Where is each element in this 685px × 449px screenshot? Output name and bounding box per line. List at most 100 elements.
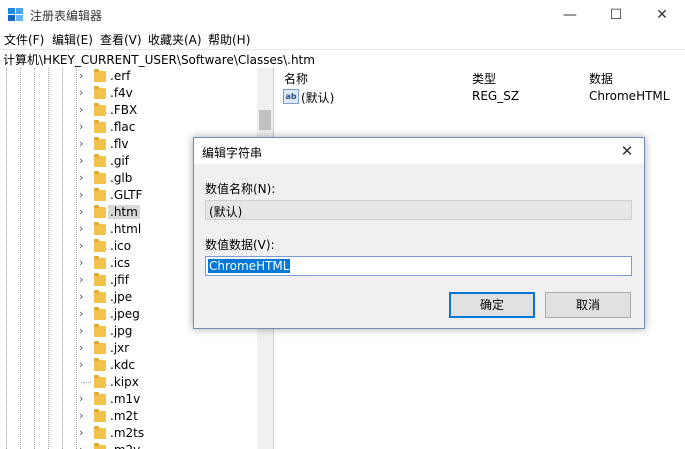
folder-icon bbox=[94, 375, 106, 388]
tree-item[interactable]: › .kdc bbox=[0, 357, 257, 374]
close-button[interactable]: ✕ bbox=[639, 0, 685, 30]
menu-favorites[interactable]: 收藏夹(A) bbox=[148, 31, 202, 48]
tree-item-label: .htm bbox=[108, 205, 140, 219]
tree-item-label: .flac bbox=[110, 120, 136, 134]
string-value-icon: ab bbox=[283, 89, 299, 104]
chevron-right-icon[interactable]: › bbox=[79, 443, 89, 449]
chevron-right-icon[interactable]: › bbox=[79, 222, 89, 235]
tree-item[interactable]: › .FBX bbox=[0, 102, 257, 119]
chevron-right-icon[interactable]: › bbox=[79, 426, 89, 439]
tree-item-label: .jpeg bbox=[110, 307, 140, 321]
dialog-title-bar: 编辑字符串 ✕ bbox=[194, 138, 644, 164]
value-name-field: (默认) bbox=[205, 200, 632, 220]
tree-item[interactable]: › .flac bbox=[0, 119, 257, 136]
value-data[interactable]: ChromeHTML bbox=[589, 89, 669, 103]
folder-icon bbox=[94, 324, 106, 337]
chevron-right-icon[interactable]: › bbox=[79, 154, 89, 167]
tree-item[interactable]: .kipx bbox=[0, 374, 257, 391]
edit-string-dialog: 编辑字符串 ✕ 数值名称(N): (默认) 数值数据(V): ChromeHTM… bbox=[193, 137, 645, 329]
tree-item[interactable]: › .f4v bbox=[0, 85, 257, 102]
chevron-right-icon[interactable]: › bbox=[79, 205, 89, 218]
folder-icon bbox=[94, 392, 106, 405]
folder-icon bbox=[94, 426, 106, 439]
minimize-button[interactable]: — bbox=[547, 0, 593, 30]
value-name[interactable]: (默认) bbox=[301, 89, 334, 106]
tree-item[interactable]: › .m2ts bbox=[0, 425, 257, 442]
value-data-label: 数值数据(V): bbox=[205, 238, 275, 252]
tree-branch-line bbox=[83, 382, 91, 383]
regedit-icon bbox=[8, 8, 23, 21]
address-bar[interactable]: 计算机\HKEY_CURRENT_USER\Software\Classes\.… bbox=[0, 49, 685, 69]
tree-item-label: .m1v bbox=[110, 392, 141, 406]
ok-button[interactable]: 确定 bbox=[449, 292, 535, 318]
tree-item[interactable]: › .m2t bbox=[0, 408, 257, 425]
menu-edit[interactable]: 编辑(E) bbox=[52, 31, 93, 48]
folder-icon bbox=[94, 69, 106, 82]
chevron-right-icon[interactable]: › bbox=[79, 239, 89, 252]
tree-item-label: .gif bbox=[110, 154, 129, 168]
chevron-right-icon[interactable]: › bbox=[79, 120, 89, 133]
column-header-type[interactable]: 类型 bbox=[472, 70, 496, 87]
chevron-right-icon[interactable]: › bbox=[79, 358, 89, 371]
folder-icon bbox=[94, 307, 106, 320]
tree-item-label: .FBX bbox=[110, 103, 138, 117]
chevron-right-icon[interactable]: › bbox=[79, 86, 89, 99]
tree-item[interactable]: › .jxr bbox=[0, 340, 257, 357]
folder-icon bbox=[94, 256, 106, 269]
menu-help[interactable]: 帮助(H) bbox=[208, 31, 250, 48]
tree-item-label: .glb bbox=[110, 171, 133, 185]
folder-icon bbox=[94, 120, 106, 133]
column-header-name[interactable]: 名称 bbox=[284, 70, 308, 87]
tree-item-label: .kipx bbox=[110, 375, 139, 389]
chevron-right-icon[interactable]: › bbox=[79, 392, 89, 405]
dialog-close-button[interactable]: ✕ bbox=[616, 140, 638, 162]
tree-item-label: .html bbox=[110, 222, 142, 236]
chevron-right-icon[interactable]: › bbox=[79, 137, 89, 150]
dialog-title: 编辑字符串 bbox=[202, 146, 263, 160]
tree-item-label: .m2ts bbox=[110, 426, 145, 440]
chevron-right-icon[interactable]: › bbox=[79, 171, 89, 184]
tree-item-label: .jfif bbox=[110, 273, 129, 287]
column-header-data[interactable]: 数据 bbox=[589, 70, 613, 87]
chevron-right-icon[interactable]: › bbox=[79, 188, 89, 201]
chevron-right-icon[interactable]: › bbox=[79, 290, 89, 303]
maximize-button[interactable]: ☐ bbox=[593, 0, 639, 30]
tree-item-label: .GLTF bbox=[110, 188, 143, 202]
tree-item-label: .jpg bbox=[110, 324, 133, 338]
tree-item-label: .erf bbox=[110, 69, 131, 83]
address-path[interactable]: 计算机\HKEY_CURRENT_USER\Software\Classes\.… bbox=[3, 51, 315, 68]
value-name-label: 数值名称(N): bbox=[205, 182, 276, 196]
chevron-right-icon[interactable]: › bbox=[79, 324, 89, 337]
folder-icon bbox=[94, 239, 106, 252]
window-title: 注册表编辑器 bbox=[30, 9, 103, 23]
tree-item-label: .f4v bbox=[110, 86, 133, 100]
tree-item[interactable]: › .m1v bbox=[0, 391, 257, 408]
tree-item-label: .m2v bbox=[110, 443, 140, 449]
value-data-text[interactable]: ChromeHTML bbox=[208, 259, 291, 273]
value-data-input[interactable]: ChromeHTML bbox=[205, 256, 632, 276]
tree-item-label: .jxr bbox=[110, 341, 130, 355]
menu-file[interactable]: 文件(F) bbox=[4, 31, 44, 48]
tree-item[interactable]: › .erf bbox=[0, 68, 257, 85]
value-type[interactable]: REG_SZ bbox=[472, 89, 519, 103]
tree-item-label: .ico bbox=[110, 239, 132, 253]
tree-item-label: .kdc bbox=[110, 358, 135, 372]
chevron-right-icon[interactable]: › bbox=[79, 103, 89, 116]
scrollbar-thumb[interactable] bbox=[259, 110, 271, 130]
folder-icon bbox=[94, 188, 106, 201]
folder-icon bbox=[94, 103, 106, 116]
chevron-right-icon[interactable]: › bbox=[79, 256, 89, 269]
chevron-right-icon[interactable]: › bbox=[79, 307, 89, 320]
chevron-right-icon[interactable]: › bbox=[79, 341, 89, 354]
chevron-right-icon[interactable]: › bbox=[79, 409, 89, 422]
tree-item-label: .m2t bbox=[110, 409, 138, 423]
folder-icon bbox=[94, 137, 106, 150]
tree-item[interactable]: › .m2v bbox=[0, 442, 257, 449]
chevron-right-icon[interactable]: › bbox=[79, 69, 89, 82]
folder-icon bbox=[94, 171, 106, 184]
folder-icon bbox=[94, 290, 106, 303]
menu-view[interactable]: 查看(V) bbox=[100, 31, 142, 48]
folder-icon bbox=[94, 341, 106, 354]
cancel-button[interactable]: 取消 bbox=[545, 292, 631, 318]
chevron-right-icon[interactable]: › bbox=[79, 273, 89, 286]
